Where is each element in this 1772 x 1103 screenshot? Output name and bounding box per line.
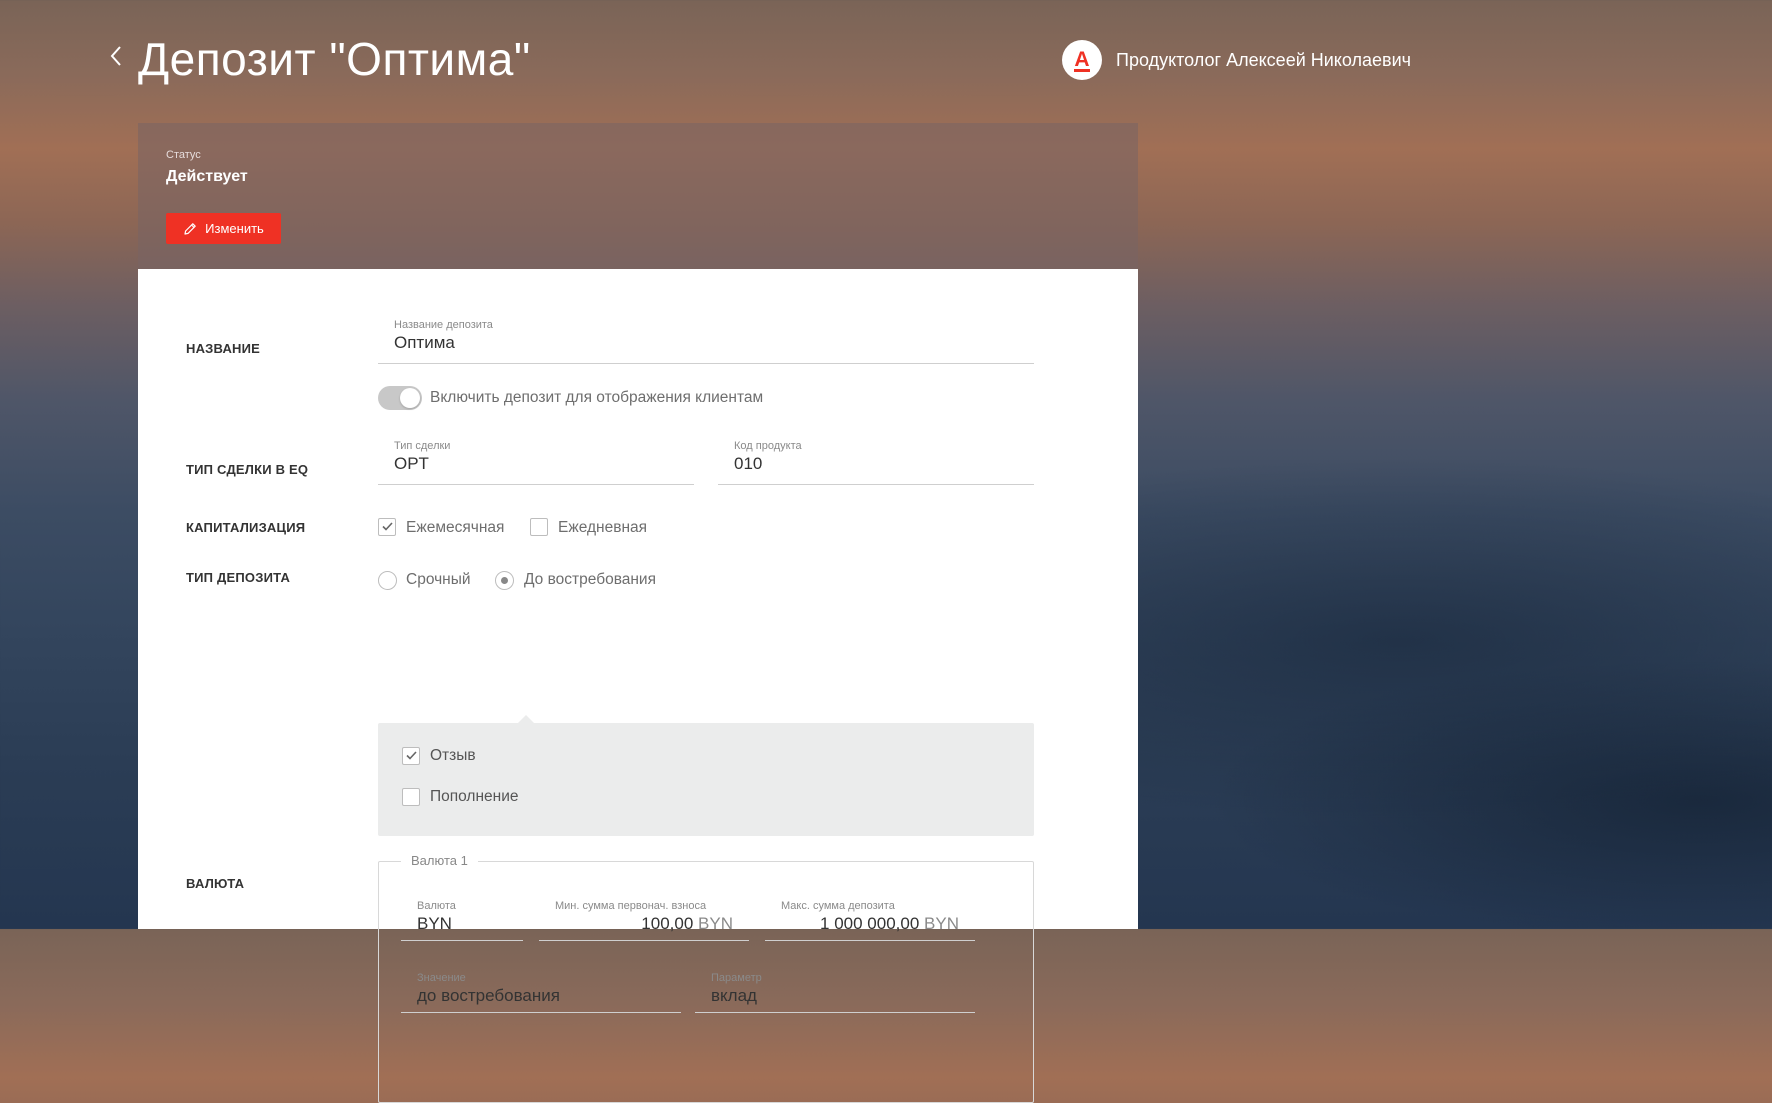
monthly-label: Ежемесячная xyxy=(406,519,505,536)
deposit-name-field[interactable]: Название депозита Оптима xyxy=(378,319,1034,364)
product-code-field-label: Код продукта xyxy=(734,440,802,452)
user-profile[interactable]: А Продуктолог Алексеей Николаевич xyxy=(1062,40,1411,80)
min-amount-value[interactable]: 100,00 BYN xyxy=(641,914,733,934)
product-code-value[interactable]: 010 xyxy=(734,454,762,474)
withdrawal-label: Отзыв xyxy=(430,747,476,764)
status-label: Статус xyxy=(166,149,201,161)
radio-dot xyxy=(501,577,508,584)
check-icon xyxy=(382,522,393,531)
on-demand-radio[interactable] xyxy=(495,571,514,590)
deposit-name-field-label: Название депозита xyxy=(394,319,493,331)
deposit-options-panel: Отзыв Пополнение xyxy=(378,715,1034,836)
withdrawal-checkbox[interactable] xyxy=(402,747,420,765)
max-amount-field-label: Макс. сумма депозита xyxy=(781,900,895,912)
on-demand-label: До востребования xyxy=(524,571,656,588)
back-chevron-icon[interactable] xyxy=(108,44,124,68)
client-visibility-label: Включить депозит для отображения клиента… xyxy=(430,389,764,406)
client-visibility-toggle[interactable] xyxy=(378,386,422,410)
max-amount-field[interactable]: Макс. сумма депозита 1 000 000,00 BYN xyxy=(765,900,975,941)
currency-value[interactable]: BYN xyxy=(417,914,452,934)
edit-button[interactable]: Изменить xyxy=(166,213,281,244)
status-panel: Статус Действует Изменить xyxy=(138,123,1138,269)
term-label: Срочный xyxy=(406,571,471,588)
currency-fieldset: Валюта 1 Валюта BYN Мин. сумма первонач.… xyxy=(378,853,1034,1103)
replenishment-label: Пополнение xyxy=(430,788,519,805)
page-title: Депозит "Оптима" xyxy=(138,33,531,85)
deposit-form: НАЗВАНИЕ Название депозита Оптима Включи… xyxy=(138,269,1138,1103)
currency-field-label: Валюта xyxy=(417,900,456,912)
daily-checkbox[interactable] xyxy=(530,518,548,536)
min-amount-number: 100,00 xyxy=(641,914,694,933)
toggle-knob xyxy=(400,388,420,408)
max-amount-unit: BYN xyxy=(924,914,959,933)
deal-type-value[interactable]: OPT xyxy=(394,454,429,474)
min-amount-unit: BYN xyxy=(698,914,733,933)
min-amount-field[interactable]: Мин. сумма первонач. взноса 100,00 BYN xyxy=(539,900,749,941)
value-value[interactable]: до востребования xyxy=(417,986,560,1006)
name-row-label: НАЗВАНИЕ xyxy=(186,341,261,356)
currency-fieldset-legend: Валюта 1 xyxy=(401,853,478,868)
deal-type-field-label: Тип сделки xyxy=(394,440,451,452)
daily-label: Ежедневная xyxy=(558,519,648,536)
parameter-value[interactable]: вклад xyxy=(711,986,757,1006)
status-value: Действует xyxy=(166,168,248,185)
value-field-label: Значение xyxy=(417,972,466,984)
currency-field[interactable]: Валюта BYN xyxy=(401,900,523,941)
max-amount-value[interactable]: 1 000 000,00 BYN xyxy=(820,914,959,934)
check-icon xyxy=(406,751,417,760)
edit-button-label: Изменить xyxy=(205,221,264,236)
product-code-field[interactable]: Код продукта 010 xyxy=(718,440,1034,485)
currency-row-label: ВАЛЮТА xyxy=(186,876,245,891)
monthly-checkbox[interactable] xyxy=(378,518,396,536)
deposit-card: Статус Действует Изменить НАЗВАНИЕ Назва… xyxy=(138,123,1138,1103)
deposit-name-value[interactable]: Оптима xyxy=(394,333,455,353)
deposit-type-row-label: ТИП ДЕПОЗИТА xyxy=(186,570,291,585)
svg-text:А: А xyxy=(1074,48,1089,71)
parameter-field-label: Параметр xyxy=(711,972,762,984)
parameter-field[interactable]: Параметр вклад xyxy=(695,972,975,1013)
user-name: Продуктолог Алексеей Николаевич xyxy=(1116,49,1412,70)
bank-logo-icon: А xyxy=(1062,40,1102,80)
value-field[interactable]: Значение до востребования xyxy=(401,972,681,1013)
min-amount-field-label: Мин. сумма первонач. взноса xyxy=(555,900,707,912)
pencil-icon xyxy=(183,222,197,236)
term-radio[interactable] xyxy=(378,571,397,590)
capitalization-row-label: КАПИТАЛИЗАЦИЯ xyxy=(186,520,306,535)
deal-type-field[interactable]: Тип сделки OPT xyxy=(378,440,694,485)
deal-type-row-label: ТИП СДЕЛКИ В EQ xyxy=(186,462,309,477)
max-amount-number: 1 000 000,00 xyxy=(820,914,920,933)
replenishment-checkbox[interactable] xyxy=(402,788,420,806)
